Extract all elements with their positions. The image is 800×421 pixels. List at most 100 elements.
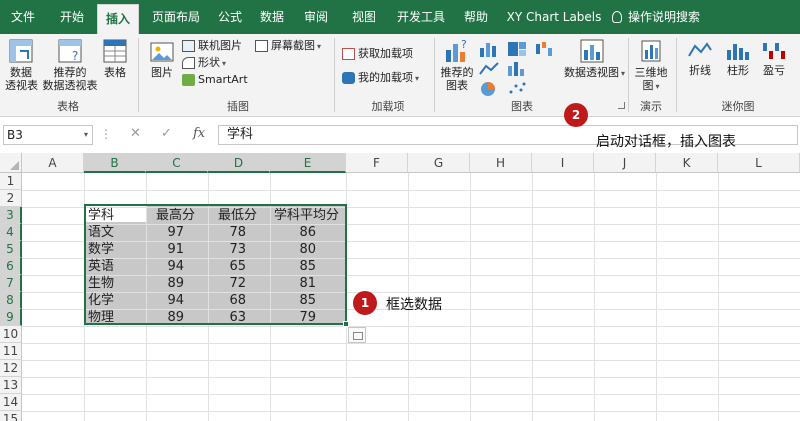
row-header[interactable]: 1 [0,173,22,190]
lightbulb-icon [611,10,622,23]
waterfall-chart-icon[interactable] [534,40,556,58]
column-header[interactable]: L [718,153,800,173]
row-header[interactable]: 8 [0,292,22,309]
recommended-pivot-button[interactable]: ? 推荐的 数据透视表 [42,38,98,92]
row-header[interactable]: 9 [0,309,22,326]
pivot-table-icon [9,39,33,63]
row-header[interactable]: 14 [0,394,22,411]
get-addins-label: 获取加载项 [358,47,413,60]
column-header[interactable]: A [22,153,84,173]
smartart-label: SmartArt [198,73,248,86]
smartart-icon [182,74,195,86]
svg-text:?: ? [461,38,467,51]
group-separator [628,38,629,112]
select-all-corner[interactable] [0,153,22,173]
recommended-charts-button[interactable]: ? 推荐的 图表 [440,38,474,92]
column-header[interactable]: H [470,153,532,173]
tell-me-search[interactable]: 操作说明搜索 [606,0,706,34]
tab-home[interactable]: 开始 [50,0,94,34]
3d-map-label-2: 图 [642,79,654,92]
tab-view[interactable]: 视图 [342,0,386,34]
pictures-button[interactable]: 图片 [146,40,178,79]
stat-chart-icon[interactable] [506,60,528,78]
column-header[interactable]: J [594,153,656,173]
pivot-table-button[interactable]: 数据 透视表 [5,38,38,92]
line-chart-icon[interactable] [478,60,500,78]
get-addins-button[interactable]: 获取加载项 [342,46,413,62]
annotation-text-2: 启动对话框，插入图表 [596,134,736,150]
online-pictures-button[interactable]: 联机图片 [182,38,242,54]
row-header[interactable]: 3 [0,207,22,224]
smartart-button[interactable]: SmartArt [182,72,248,88]
row-header[interactable]: 15 [0,411,22,421]
column-header[interactable]: B [84,153,146,173]
shapes-button[interactable]: 形状 ▾ [182,55,226,71]
my-addins-button[interactable]: 我的加载项 ▾ [342,70,419,86]
3d-map-button[interactable]: 三维地 图 ▾ [634,38,668,93]
group-label-addins: 加载项 [371,100,405,113]
group-separator [434,38,435,112]
3d-map-label-1: 三维地 [634,66,668,79]
tab-review[interactable]: 审阅 [294,0,338,34]
recommended-pivot-icon: ? [58,39,82,63]
pie-chart-icon[interactable] [478,80,500,98]
column-header[interactable]: F [346,153,408,173]
sparkline-winloss-button[interactable]: 盈亏 [758,40,790,77]
row-header[interactable]: 5 [0,241,22,258]
gridline [22,377,800,378]
table-button[interactable]: 表格 [100,38,130,79]
sparkline-column-button[interactable]: 柱形 [722,40,754,77]
worksheet-grid[interactable]: A B C D E F G H I J K L 1 2 3 4 5 6 7 8 … [0,153,800,421]
row-header[interactable]: 2 [0,190,22,207]
hierarchy-chart-icon[interactable] [506,40,528,58]
quick-analysis-button[interactable] [348,327,366,343]
pivot-chart-dropdown-icon: ▾ [621,69,626,78]
online-pictures-label: 联机图片 [198,39,242,52]
name-box[interactable]: B3 ▾ [3,125,93,145]
group-separator [138,38,139,112]
column-header[interactable]: I [532,153,594,173]
addins-icon [342,72,355,84]
gridline [594,173,595,421]
row-header[interactable]: 13 [0,377,22,394]
cancel-icon[interactable]: ✕ [130,126,141,141]
insert-function-icon[interactable]: fx [193,126,205,141]
tab-formulas[interactable]: 公式 [210,0,250,34]
gridline [470,173,471,421]
charts-dialog-launcher[interactable] [618,102,625,109]
row-header[interactable]: 12 [0,360,22,377]
chevron-down-icon: ▾ [83,130,88,139]
tab-developer[interactable]: 开发工具 [388,0,454,34]
column-chart-icon[interactable] [478,40,500,58]
enter-check-icon[interactable]: ✓ [161,126,172,141]
pivot-chart-button[interactable]: 数据透视图 ▾ [564,38,625,80]
column-header[interactable]: E [270,153,346,173]
column-header[interactable]: C [146,153,208,173]
tab-data[interactable]: 数据 [252,0,292,34]
tab-file[interactable]: 文件 [0,0,46,34]
row-header[interactable]: 7 [0,275,22,292]
column-header[interactable]: K [656,153,718,173]
gridline [22,190,800,191]
tab-help[interactable]: 帮助 [456,0,496,34]
pivot-chart-label: 数据透视图 [564,66,619,79]
annotation-badge-1: 1 [353,291,377,315]
scatter-chart-icon[interactable] [506,80,528,98]
formula-bar-grip-icon[interactable]: ⋮ [100,127,112,141]
row-header[interactable]: 6 [0,258,22,275]
pivot-table-label-1: 数据 [10,66,32,79]
row-header[interactable]: 10 [0,326,22,343]
tab-insert[interactable]: 插入 [97,4,139,34]
svg-text:?: ? [72,49,78,63]
tab-xy-chart-labels[interactable]: XY Chart Labels [502,0,606,34]
annotation-badge-2: 2 [564,103,588,127]
gridline [22,326,800,327]
sparkline-line-button[interactable]: 折线 [684,40,716,77]
row-header[interactable]: 4 [0,224,22,241]
tab-page-layout[interactable]: 页面布局 [144,0,208,34]
column-header[interactable]: D [208,153,270,173]
column-header[interactable]: G [408,153,470,173]
sparkline-column-label: 柱形 [727,64,749,77]
screenshot-button[interactable]: 屏幕截图 ▾ [255,38,321,54]
row-header[interactable]: 11 [0,343,22,360]
